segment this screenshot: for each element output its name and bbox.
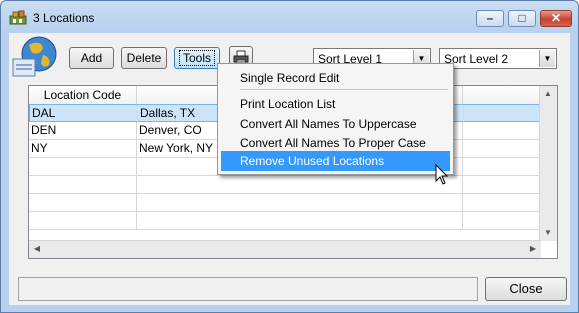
sort-level-2-select[interactable]: Sort Level 2 ▼ [439, 48, 557, 69]
empty-row [29, 194, 541, 212]
title-bar[interactable]: 3 Locations – □ ✕ [1, 1, 578, 35]
tools-button-label: Tools [178, 50, 215, 66]
app-icon [9, 10, 27, 25]
horizontal-scrollbar[interactable]: ◀ ▶ [29, 240, 541, 258]
scroll-left-icon[interactable]: ◀ [29, 241, 45, 257]
location-code-cell: DEN [29, 122, 137, 139]
location-code-cell: NY [29, 140, 137, 157]
minimize-icon: – [486, 11, 494, 25]
menu-item-convert-proper-case[interactable]: Convert All Names To Proper Case [221, 133, 450, 153]
empty-row [29, 212, 541, 230]
close-icon: ✕ [550, 11, 562, 25]
tools-button[interactable]: Tools [174, 47, 220, 69]
column-header-extra[interactable] [463, 86, 541, 104]
scroll-up-icon[interactable]: ▲ [540, 86, 556, 102]
tools-menu: Single Record Edit Print Location List C… [217, 63, 454, 175]
scroll-down-icon[interactable]: ▼ [540, 225, 556, 241]
menu-item-convert-uppercase[interactable]: Convert All Names To Uppercase [221, 114, 450, 134]
extra-cell [464, 105, 542, 122]
menu-item-print-location-list[interactable]: Print Location List [221, 94, 450, 114]
empty-row [29, 176, 541, 194]
add-button[interactable]: Add [69, 47, 114, 69]
menu-item-remove-unused-locations[interactable]: Remove Unused Locations [221, 151, 450, 171]
mouse-cursor-icon [435, 164, 449, 185]
vertical-scrollbar[interactable]: ▲ ▼ [539, 86, 557, 241]
location-code-cell: DAL [30, 105, 138, 122]
close-window-button[interactable]: ✕ [540, 10, 572, 27]
status-bar [18, 277, 478, 301]
window-title: 3 Locations [33, 11, 95, 25]
maximize-button[interactable]: □ [508, 10, 536, 27]
extra-cell [463, 122, 541, 139]
chevron-down-icon[interactable]: ▼ [539, 50, 555, 67]
close-button[interactable]: Close [485, 277, 567, 301]
scroll-right-icon[interactable]: ▶ [525, 241, 541, 257]
menu-separator [240, 89, 448, 91]
delete-button[interactable]: Delete [121, 47, 167, 69]
globe-icon [12, 36, 57, 77]
menu-item-single-record-edit[interactable]: Single Record Edit [221, 68, 450, 88]
maximize-icon: □ [518, 11, 526, 25]
column-header-location-code[interactable]: Location Code [29, 86, 137, 104]
minimize-button[interactable]: – [476, 10, 504, 27]
extra-cell [463, 140, 541, 157]
locations-window: 3 Locations – □ ✕ Add Delete Tools Sort … [0, 0, 579, 313]
